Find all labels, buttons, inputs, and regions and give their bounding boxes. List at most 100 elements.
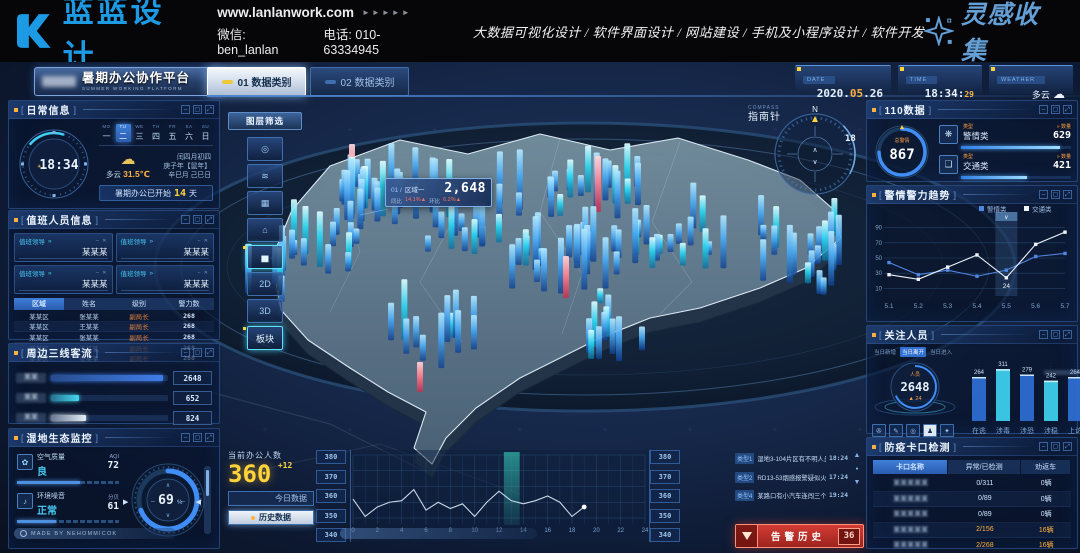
mode-3d-button[interactable]: 3D xyxy=(247,299,283,323)
focus-filter-dropdown[interactable]: ▾ xyxy=(1044,369,1080,376)
table-row[interactable]: 某某某某某2/15616辆 xyxy=(873,523,1071,539)
minimize-icon[interactable]: – xyxy=(181,215,190,224)
minimize-icon[interactable]: – xyxy=(181,433,190,442)
table-row[interactable]: 某某区王某某副局长268 xyxy=(14,322,214,333)
gauge-right-arrow[interactable]: ◀ xyxy=(196,498,201,506)
weekday-cell[interactable]: FR五 xyxy=(165,124,180,142)
duty-card[interactable]: 值班领导»– ✕某某某 xyxy=(116,233,215,262)
duty-column-header[interactable]: 级别 xyxy=(114,298,164,310)
mode-2d-button[interactable]: 2D xyxy=(247,272,283,296)
history-data-button[interactable]: 历史数据 xyxy=(228,510,314,525)
yaxis-tick: 380 xyxy=(316,450,346,464)
weekday-cell[interactable]: SU日 xyxy=(198,124,213,142)
table-row[interactable]: 某某某某某0/890辆 xyxy=(873,507,1071,523)
close-icon[interactable]: – ✕ xyxy=(96,270,107,276)
compass[interactable]: N ∧ ∨ xyxy=(765,102,865,202)
expand-icon[interactable]: ⤢ xyxy=(205,105,214,114)
target-icon[interactable]: ◎ xyxy=(906,424,920,437)
focus-tabs: 当日新增当日离开当日进入 xyxy=(872,347,958,357)
today-data-button[interactable]: 今日数据 xyxy=(228,491,314,506)
focus-bar-chart[interactable]: 264在逃311涉毒279涉恐242涉稳264上访 xyxy=(962,347,1080,439)
scroll-dot-icon[interactable]: ● xyxy=(855,466,858,472)
locate-button[interactable]: ◎ xyxy=(247,137,283,161)
checkpoint-column-header[interactable]: 卡口名称 xyxy=(873,460,947,474)
focus-tab[interactable]: 当日新增 xyxy=(872,347,898,357)
alert-item[interactable]: 类型2RD13-53烟感报警疑似火灾17:24 xyxy=(735,471,848,484)
badge-icon[interactable]: ✦ xyxy=(940,424,954,437)
table-row[interactable]: 某某某某某0/3110辆 xyxy=(873,476,1071,492)
close-icon[interactable]: – ✕ xyxy=(198,238,209,244)
grid-button[interactable]: ▦ xyxy=(247,191,283,215)
window-icon[interactable]: ▢ xyxy=(193,105,202,114)
duty-card[interactable]: 值班领导»– ✕某某某 xyxy=(14,233,113,262)
gauge-left-arrow[interactable]: ▶ xyxy=(123,498,128,506)
noise-progress-bar xyxy=(17,520,119,523)
window-icon[interactable]: ▢ xyxy=(193,433,202,442)
focus-tab[interactable]: 当日进入 xyxy=(928,347,954,357)
minimize-icon[interactable]: – xyxy=(181,348,190,357)
expand-icon[interactable]: ⤢ xyxy=(1063,190,1072,199)
table-row[interactable]: 某某区张某某副局长268 xyxy=(14,311,214,322)
weekday-cell[interactable]: TH四 xyxy=(149,124,164,142)
alert-item[interactable]: 类型4某路口有小汽车连闯三个红灯19:24 xyxy=(735,489,848,502)
weekday-cell[interactable]: WE三 xyxy=(132,124,147,142)
person-icon[interactable]: ♟ xyxy=(923,424,937,437)
minimize-icon[interactable]: – xyxy=(1039,442,1048,451)
car-icon[interactable]: ✇ xyxy=(872,424,886,437)
window-icon[interactable]: ▢ xyxy=(193,348,202,357)
expand-icon[interactable]: ⤢ xyxy=(205,433,214,442)
expand-icon[interactable]: ⤢ xyxy=(1063,442,1072,451)
window-icon[interactable]: ▢ xyxy=(1051,105,1060,114)
weekday-cell[interactable]: MO一 xyxy=(99,124,114,142)
window-icon[interactable]: ▢ xyxy=(193,215,202,224)
svg-text:10: 10 xyxy=(875,286,882,292)
table-row[interactable]: 某某区张某某副局长268 xyxy=(14,332,214,343)
duty-column-header[interactable]: 警力数 xyxy=(164,298,214,310)
checkpoint-detected: 0/89 xyxy=(948,495,1021,502)
weekday-cell[interactable]: SA六 xyxy=(182,124,197,142)
expand-icon[interactable]: ⤢ xyxy=(205,215,214,224)
duty-column-header[interactable]: 姓名 xyxy=(64,298,114,310)
svg-text:涉恐: 涉恐 xyxy=(1020,426,1034,435)
website-link[interactable]: www.lanlanwork.com xyxy=(217,5,354,20)
close-icon[interactable]: – ✕ xyxy=(96,238,107,244)
minimize-icon[interactable]: – xyxy=(1039,330,1048,339)
alert-total-gauge: 总警情 867 xyxy=(873,123,931,181)
layer-filter: 图层筛选 ◎≋▦⌂▅2D3D板块 xyxy=(228,112,302,350)
duty-card[interactable]: 值班领导»– ✕某某某 xyxy=(116,265,215,294)
pen-icon[interactable]: ✎ xyxy=(889,424,903,437)
checkpoint-column-header[interactable]: 异常/已检测 xyxy=(948,460,1020,474)
duty-column-header[interactable]: 区域 xyxy=(14,298,64,310)
alarm-history-banner[interactable]: 告警历史 36 xyxy=(735,524,864,548)
svg-text:5.5: 5.5 xyxy=(1002,303,1011,310)
building-button[interactable]: ⌂ xyxy=(247,218,283,242)
duty-cell: 某某区 xyxy=(14,321,64,331)
duty-card[interactable]: 值班领导»– ✕某某某 xyxy=(14,265,113,294)
gauge-scrollbar[interactable] xyxy=(204,466,211,534)
checkpoint-column-header[interactable]: 劝返车 xyxy=(1021,460,1070,474)
minimize-icon[interactable]: – xyxy=(1039,105,1048,114)
mode-plate-button[interactable]: 板块 xyxy=(247,326,283,350)
tab-data-category-2[interactable]: 02 数据类别 xyxy=(310,67,409,96)
trend-line-chart[interactable]: 9070503010∨5.15.25.35.45.55.65.724警情类交通类 xyxy=(867,204,1075,318)
expand-icon[interactable]: ⤢ xyxy=(1063,105,1072,114)
expand-icon[interactable]: ⤢ xyxy=(1063,330,1072,339)
table-row[interactable]: 某某某某某0/890辆 xyxy=(873,492,1071,508)
yaxis-tick: 340 xyxy=(650,528,680,542)
tab-data-category-1[interactable]: 01 数据类别 xyxy=(207,67,306,96)
window-icon[interactable]: ▢ xyxy=(1051,190,1060,199)
close-icon[interactable]: – ✕ xyxy=(198,270,209,276)
table-row[interactable]: 某某某某某2/26816辆 xyxy=(873,538,1071,553)
scroll-up-icon[interactable]: ▲ xyxy=(854,452,861,459)
weekday-cell[interactable]: TU二 xyxy=(116,124,131,142)
focus-tab[interactable]: 当日离开 xyxy=(900,347,926,357)
minimize-icon[interactable]: – xyxy=(181,105,190,114)
minimize-icon[interactable]: – xyxy=(1039,190,1048,199)
window-icon[interactable]: ▢ xyxy=(1051,330,1060,339)
bar-chart-button[interactable]: ▅ xyxy=(247,245,283,269)
window-icon[interactable]: ▢ xyxy=(1051,442,1060,451)
expand-icon[interactable]: ⤢ xyxy=(205,348,214,357)
scroll-down-icon[interactable]: ▼ xyxy=(854,479,861,486)
signal-button[interactable]: ≋ xyxy=(247,164,283,188)
alert-item[interactable]: 类型1湿地3-104片区有不明人员闯入18:24 xyxy=(735,452,848,465)
